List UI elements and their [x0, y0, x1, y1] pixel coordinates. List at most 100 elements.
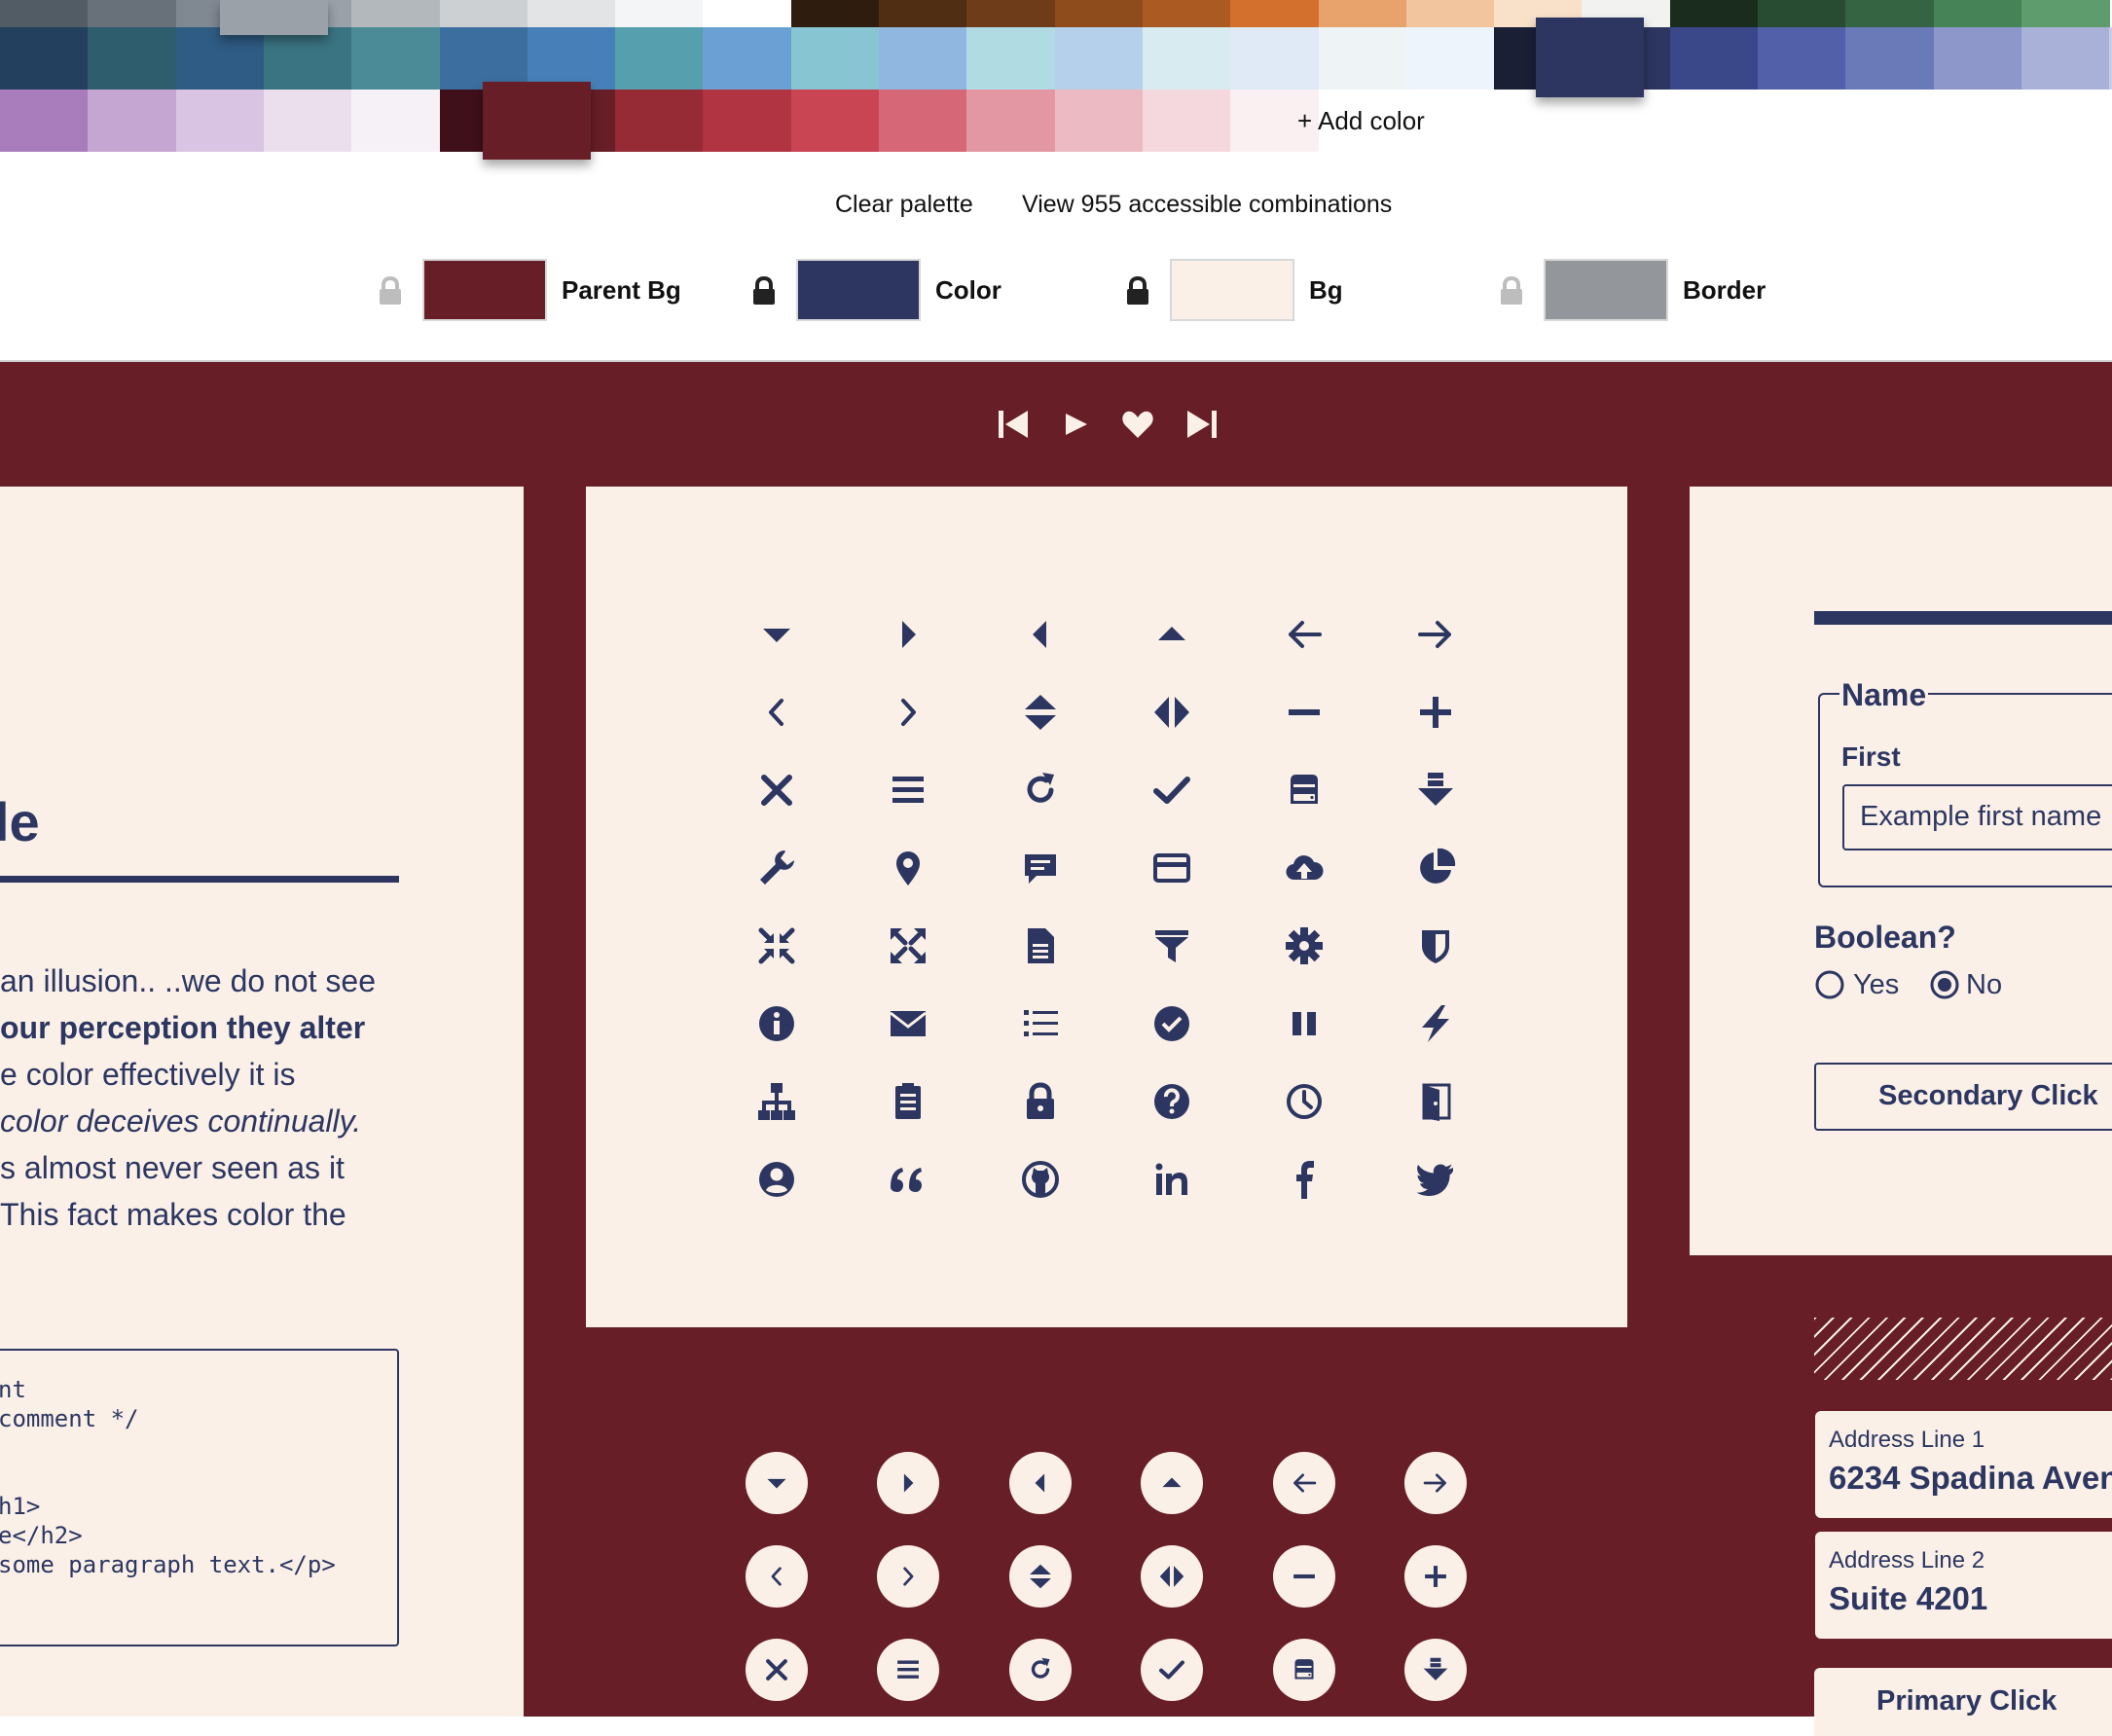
palette-swatch[interactable]: [1669, 0, 1759, 27]
refresh-icon: [1019, 769, 1062, 812]
palette-swatch[interactable]: [790, 0, 880, 27]
palette-swatch[interactable]: [1230, 0, 1320, 27]
selected-swatch-color[interactable]: [1536, 18, 1644, 97]
palette-swatch[interactable]: [1054, 0, 1144, 27]
menu-circle-button[interactable]: [877, 1639, 940, 1701]
palette-swatch[interactable]: [966, 90, 1056, 152]
caret-up-circle-button[interactable]: [1141, 1452, 1204, 1514]
skip-back-icon[interactable]: [997, 409, 1030, 440]
palette-swatch[interactable]: [263, 90, 353, 152]
lock-icon[interactable]: [751, 276, 777, 306]
palette-swatch[interactable]: [1845, 0, 1935, 27]
radio-no-circle[interactable]: [1929, 969, 1960, 1000]
secondary-click-button[interactable]: Secondary Click: [1814, 1063, 2112, 1131]
palette-swatch[interactable]: [879, 27, 968, 90]
palette-swatch[interactable]: [1230, 27, 1320, 90]
palette-swatch[interactable]: [1142, 0, 1232, 27]
lock-icon[interactable]: [1499, 276, 1524, 306]
chevron-right-circle-button[interactable]: [877, 1545, 940, 1608]
skip-forward-icon[interactable]: [1185, 409, 1219, 440]
palette-swatch[interactable]: [0, 0, 90, 27]
palette-swatch[interactable]: [351, 27, 441, 90]
hard-drive-circle-button[interactable]: [1272, 1639, 1335, 1701]
palette-swatch[interactable]: [0, 27, 90, 90]
palette-swatch[interactable]: [1142, 27, 1232, 90]
refresh-circle-button[interactable]: [1008, 1639, 1072, 1701]
palette-swatch[interactable]: [1758, 27, 1847, 90]
minus-circle-button[interactable]: [1272, 1545, 1335, 1608]
palette-swatch[interactable]: [1405, 0, 1496, 27]
paragraph-line: s almost never seen as it: [0, 1150, 345, 1185]
caret-left-circle-button[interactable]: [1008, 1452, 1072, 1514]
sort-horizontal-circle-button[interactable]: [1141, 1545, 1204, 1608]
palette-swatch[interactable]: [527, 27, 617, 90]
palette-swatch[interactable]: [966, 27, 1056, 90]
palette-swatch[interactable]: [2021, 0, 2111, 27]
first-name-input[interactable]: Example first name: [1842, 784, 2112, 850]
chevron-left-circle-button[interactable]: [746, 1545, 808, 1608]
palette-swatch[interactable]: [1054, 27, 1144, 90]
caret-down-circle-button[interactable]: [746, 1452, 808, 1514]
palette-swatch[interactable]: [0, 90, 90, 152]
palette-swatch[interactable]: [703, 27, 792, 90]
palette-swatch[interactable]: [1933, 27, 2022, 90]
add-color-button[interactable]: + Add color: [1297, 106, 1425, 136]
heart-icon[interactable]: [1121, 409, 1154, 440]
address-line-2-field[interactable]: Address Line 2 Suite 4201: [1815, 1532, 2112, 1639]
primary-click-button[interactable]: Primary Click: [1814, 1668, 2112, 1736]
palette-swatch[interactable]: [703, 90, 792, 152]
check-circle-button[interactable]: [1141, 1639, 1204, 1701]
palette-swatch[interactable]: [1758, 0, 1847, 27]
lock-icon[interactable]: [378, 276, 403, 306]
palette-swatch[interactable]: [175, 90, 265, 152]
play-icon[interactable]: [1063, 411, 1090, 438]
palette-swatch[interactable]: [351, 90, 441, 152]
role-swatch[interactable]: [796, 259, 921, 321]
palette-swatch[interactable]: [1669, 27, 1759, 90]
arrow-right-circle-button[interactable]: [1404, 1452, 1467, 1514]
palette-swatch[interactable]: [703, 0, 792, 27]
palette-swatch[interactable]: [1318, 27, 1407, 90]
caret-right-circle-button[interactable]: [877, 1452, 940, 1514]
palette-swatch[interactable]: [439, 27, 528, 90]
palette-swatch[interactable]: [527, 0, 617, 27]
address-line-1-field[interactable]: Address Line 1 6234 Spadina Aven: [1815, 1411, 2112, 1518]
palette-swatch[interactable]: [966, 0, 1056, 27]
palette-swatch[interactable]: [1318, 0, 1407, 27]
palette-swatch[interactable]: [439, 0, 528, 27]
palette-swatch[interactable]: [615, 27, 705, 90]
selected-swatch-border[interactable]: [220, 0, 328, 35]
palette-swatch[interactable]: [1405, 27, 1496, 90]
lock-icon[interactable]: [1125, 276, 1150, 306]
palette-swatch[interactable]: [263, 27, 353, 90]
palette-swatch[interactable]: [1933, 0, 2022, 27]
palette-swatch[interactable]: [351, 0, 441, 27]
download-circle-button[interactable]: [1404, 1639, 1467, 1701]
typography-card: le an illusion.. ..we do not see our perc…: [0, 487, 524, 1717]
palette-swatch[interactable]: [1142, 90, 1232, 152]
palette-swatch[interactable]: [88, 27, 177, 90]
arrow-left-circle-button[interactable]: [1272, 1452, 1335, 1514]
view-combinations-link[interactable]: View 955 accessible combinations: [1022, 191, 1392, 219]
role-swatch[interactable]: [1544, 259, 1668, 321]
palette-swatch[interactable]: [879, 90, 968, 152]
close-circle-button[interactable]: [746, 1639, 808, 1701]
palette-swatch[interactable]: [615, 0, 705, 27]
plus-circle-button[interactable]: [1404, 1545, 1467, 1608]
palette-swatch[interactable]: [1845, 27, 1935, 90]
palette-swatch[interactable]: [1054, 90, 1144, 152]
palette-swatch[interactable]: [175, 27, 265, 90]
sort-vertical-circle-button[interactable]: [1008, 1545, 1072, 1608]
selected-swatch-parent-bg[interactable]: [483, 82, 591, 160]
palette-swatch[interactable]: [615, 90, 705, 152]
palette-swatch[interactable]: [2021, 27, 2111, 90]
palette-swatch[interactable]: [790, 90, 880, 152]
palette-swatch[interactable]: [88, 0, 177, 27]
role-swatch[interactable]: [1170, 259, 1294, 321]
palette-swatch[interactable]: [88, 90, 177, 152]
role-swatch[interactable]: [422, 259, 547, 321]
radio-yes-circle[interactable]: [1814, 969, 1845, 1000]
clear-palette-button[interactable]: Clear palette: [835, 191, 973, 219]
palette-swatch[interactable]: [879, 0, 968, 27]
palette-swatch[interactable]: [790, 27, 880, 90]
